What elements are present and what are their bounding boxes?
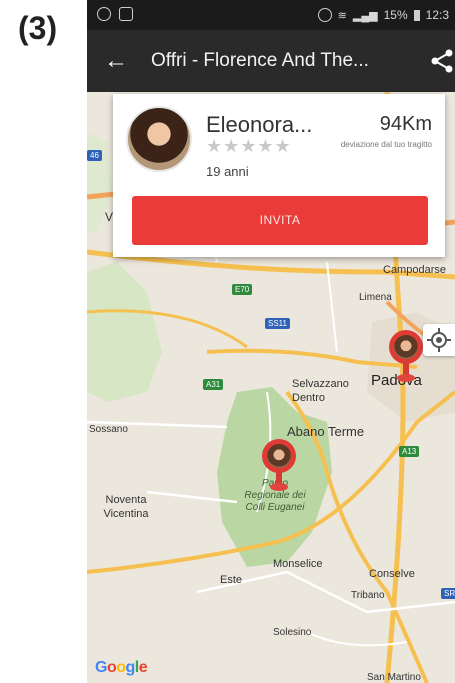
google-logo: Google — [95, 659, 148, 676]
label-solesino: Solesino — [273, 627, 312, 638]
my-location-button[interactable] — [423, 324, 455, 356]
label-selvazzano: Selvazzano Dentro — [292, 378, 349, 404]
user-map-pin[interactable] — [389, 330, 423, 382]
shield-46: 46 — [87, 150, 102, 161]
user-info-card: Eleonora... ★★★★★ 19 anni 94Km deviazion… — [113, 94, 445, 257]
back-arrow-icon[interactable]: ← — [101, 46, 131, 76]
crosshair-icon — [427, 328, 451, 352]
shield-a13: A13 — [399, 446, 420, 457]
label-campodarsego: Campodarse — [383, 264, 446, 276]
whatsapp-icon — [97, 7, 111, 21]
share-icon[interactable] — [429, 48, 455, 74]
shield-ss11: SS11 — [265, 318, 290, 329]
label-noventa: Noventa Vicentina — [103, 494, 149, 520]
invite-button[interactable]: INVITA — [132, 196, 428, 245]
label-tribano: Tribano — [351, 590, 385, 601]
label-abano: Abano Terme — [287, 424, 365, 439]
shield-e70: E70 — [232, 284, 253, 295]
figure-label: (3) — [18, 10, 58, 46]
label-san-martino: San Martino — [367, 672, 421, 683]
page-title: Offri - Florence And The... — [151, 50, 369, 71]
clock: 12:3 — [425, 8, 449, 22]
label-conselve: Conselve — [369, 568, 415, 580]
label-monselice: Monselice — [273, 558, 323, 570]
distance-value: 94Km — [379, 113, 432, 135]
deviation-label: deviazione dal tuo tragitto — [340, 140, 432, 149]
user-map-pin[interactable] — [262, 439, 296, 491]
signal-icon: ▂▄▆ — [352, 9, 378, 22]
phone-screen: ≋ ▂▄▆ 15% 12:3 ← Offri - Florence And Th… — [87, 0, 455, 683]
user-age: 19 anni — [206, 164, 249, 179]
label-limena: Limena — [359, 292, 392, 303]
alarm-icon — [317, 8, 332, 22]
battery-icon — [413, 9, 420, 21]
wifi-icon: ≋ — [337, 9, 347, 22]
status-bar: ≋ ▂▄▆ 15% 12:3 — [87, 0, 455, 30]
label-este: Este — [220, 574, 243, 586]
gallery-icon — [119, 7, 133, 21]
avatar[interactable] — [126, 106, 192, 172]
shield-sr: SR — [441, 588, 455, 599]
battery-percent: 15% — [383, 8, 408, 22]
rating-stars: ★★★★★ — [206, 136, 292, 156]
label-sossano: Sossano — [89, 424, 128, 435]
shield-a31: A31 — [203, 379, 224, 390]
app-bar: ← Offri - Florence And The... — [87, 30, 455, 92]
user-name: Eleonora... — [206, 112, 313, 137]
